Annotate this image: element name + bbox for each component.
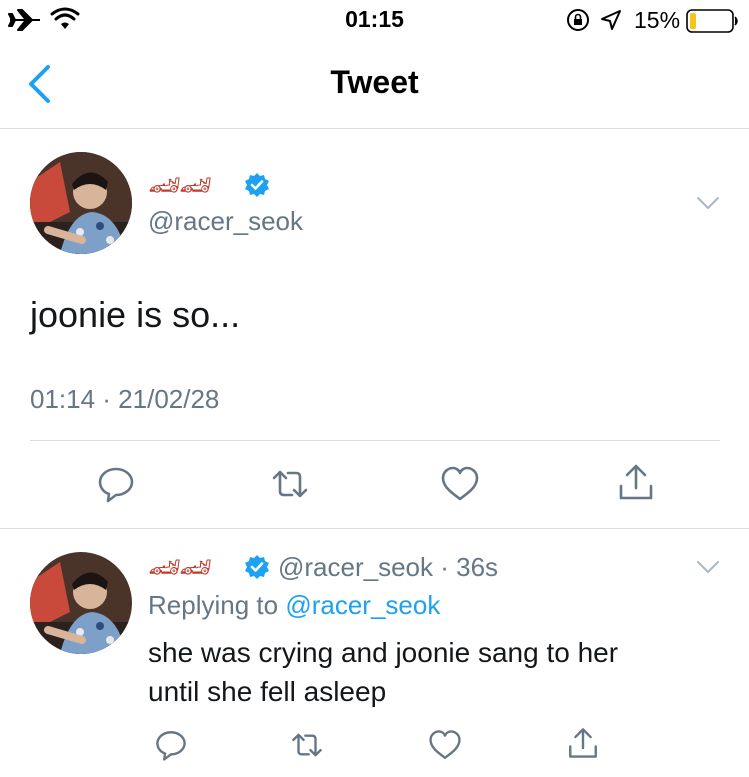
tweet-timestamp: 01:14 · 21/02/28 [30, 384, 220, 414]
battery-percent: 15% [634, 7, 681, 33]
page-title: Tweet [330, 64, 419, 100]
retweet-icon[interactable] [270, 464, 310, 504]
battery-icon [686, 9, 738, 33]
divider [30, 440, 720, 441]
share-icon[interactable] [616, 462, 656, 502]
avatar[interactable] [30, 552, 132, 654]
replying-to-handle[interactable]: @racer_seok [285, 590, 440, 620]
reply-text-line1: she was crying and joonie sang to her [148, 637, 619, 668]
tweet-text: joonie is so... [30, 294, 241, 335]
chevron-down-icon[interactable] [696, 196, 720, 210]
like-icon[interactable] [440, 464, 480, 504]
reply-text-line2: until she fell asleep [148, 676, 387, 707]
share-icon[interactable] [566, 726, 600, 760]
verified-badge-icon [245, 173, 269, 197]
verified-badge-icon [245, 555, 269, 579]
avatar[interactable] [30, 152, 132, 254]
reply-icon[interactable] [154, 728, 188, 762]
location-icon [601, 10, 621, 30]
display-name[interactable]: 🏎🏎 [148, 170, 212, 201]
like-icon[interactable] [428, 728, 462, 762]
status-bar: 01:15 15% [0, 0, 749, 40]
replying-to-label: Replying to [148, 590, 279, 620]
display-name[interactable]: 🏎🏎 [148, 552, 212, 583]
reply-meta: @racer_seok · 36s [278, 552, 498, 583]
replying-to: Replying to @racer_seok [148, 590, 440, 621]
orientation-lock-icon [567, 9, 589, 31]
author-handle[interactable]: @racer_seok [148, 206, 303, 237]
divider [0, 128, 749, 129]
chevron-down-icon[interactable] [696, 560, 720, 574]
divider [0, 528, 749, 529]
reply-icon[interactable] [96, 464, 136, 504]
retweet-icon[interactable] [290, 728, 324, 762]
author-handle[interactable]: @racer_seok [278, 552, 433, 582]
time-ago: 36s [456, 552, 499, 582]
dot-separator: · [433, 552, 457, 582]
